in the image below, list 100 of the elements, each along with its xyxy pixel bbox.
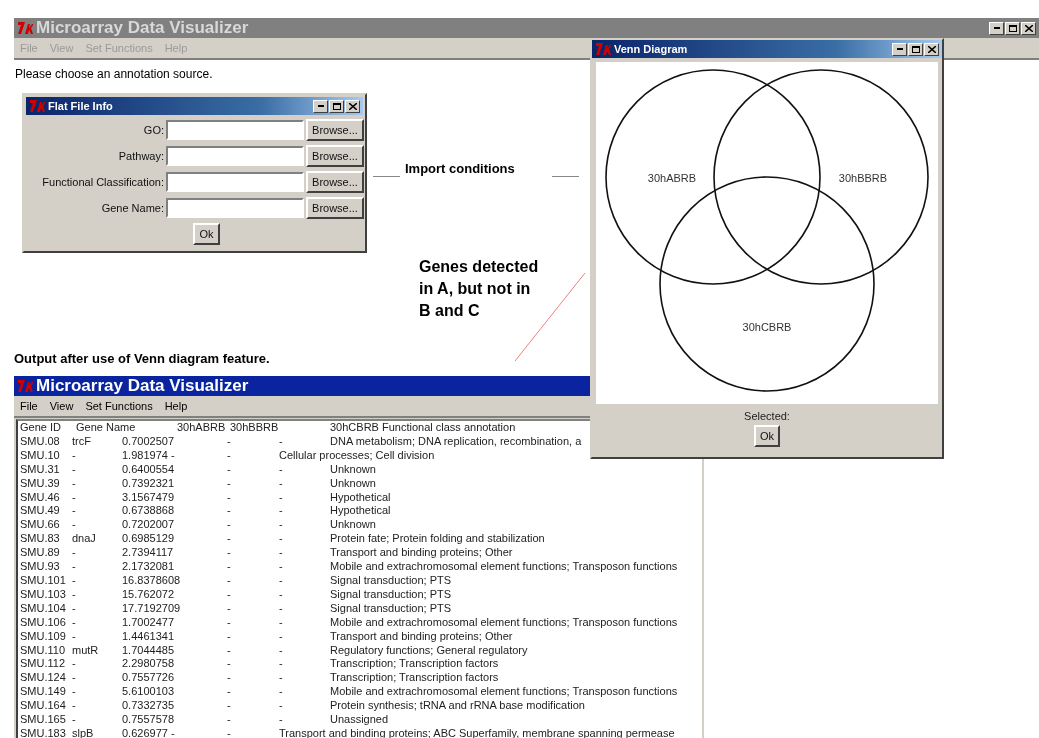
table-cell-text: Unknown [330, 476, 377, 491]
table-cell-text: - [279, 434, 284, 449]
table-cell-text: 0.7202007 [122, 518, 175, 533]
table-cell-text: - [279, 643, 284, 658]
table-cell-text: - [227, 643, 232, 658]
maximize-button[interactable] [1005, 21, 1020, 35]
tk-logo-icon [17, 379, 33, 393]
table-cell-text: Mobile and extrachromosomal element functions; Transposon functions [330, 615, 679, 630]
table-cell-text: - [279, 699, 284, 714]
close-button[interactable] [345, 99, 360, 113]
table-cell-text: SMU.89 [20, 546, 61, 561]
table-cell-text: - [72, 657, 77, 672]
table-cell-text: 5.6100103 [122, 685, 175, 700]
input-field[interactable] [166, 172, 304, 192]
menu-item[interactable]: File [20, 400, 38, 412]
table-cell-text: SMU.08 [20, 434, 61, 449]
field-label: Gene Name: [100, 202, 164, 214]
table-cell-text: - [227, 490, 232, 505]
annotation-text: Output after use of Venn diagram feature. [14, 351, 270, 366]
browse-button[interactable]: Browse... [306, 119, 364, 141]
table-cell-text: SMU.106 [20, 615, 67, 630]
maximize-icon [332, 102, 341, 110]
status-message: Please choose an annotation source. [15, 67, 213, 81]
table-cell-text: Signal transduction; PTS [330, 587, 453, 602]
table-cell-text: 1.7002477 [122, 615, 175, 630]
set-label: 30hBBRB [838, 172, 888, 184]
table-cell-text: Unknown [330, 518, 377, 533]
table-cell-text: - [279, 490, 284, 505]
table-cell-text: - [72, 504, 77, 519]
table-cell-text: 17.7192709 [122, 601, 182, 616]
minimize-button[interactable] [989, 21, 1004, 35]
table-cell-text: - [227, 601, 232, 616]
table-cell-text: SMU.109 [20, 629, 67, 644]
input-field[interactable] [166, 146, 304, 166]
table-cell-text: Protein fate; Protein folding and stabilization [330, 532, 546, 547]
table-cell-text: - [227, 629, 232, 644]
table-cell-text: SMU.10 [20, 448, 61, 463]
table-cell-text: - [227, 699, 232, 714]
input-field[interactable] [166, 198, 304, 218]
table-cell-text: - [279, 657, 284, 672]
table-cell-text: - [279, 546, 284, 561]
table-cell-text: SMU.101 [20, 573, 67, 588]
table-cell-text: 2.2980758 [122, 657, 175, 672]
table-cell-text: 2.1732081 [122, 560, 175, 574]
table-cell-text: Regulatory functions; General regulatory [330, 643, 529, 658]
close-button[interactable] [1021, 21, 1036, 35]
column-header: 30hCBRB Functional class annotation [330, 421, 517, 435]
tk-logo-icon [17, 21, 33, 35]
browse-button[interactable]: Browse... [306, 171, 364, 193]
table-cell-text: - [227, 434, 232, 449]
minimize-button[interactable] [313, 99, 328, 113]
ok-button[interactable]: Ok [193, 223, 220, 245]
menu-item[interactable]: View [49, 400, 74, 412]
table-cell-text: Transcription; Transcription factors [330, 671, 500, 686]
input-field[interactable] [166, 120, 304, 140]
close-button[interactable] [924, 42, 939, 56]
menu-item[interactable]: Set Functions [85, 400, 153, 412]
table-cell-text: - [72, 629, 77, 644]
table-cell-text: 3.1567479 [122, 490, 175, 505]
maximize-button[interactable] [329, 99, 344, 113]
browse-button[interactable]: Browse... [306, 197, 364, 219]
table-cell-text: - [72, 448, 77, 463]
minimize-button[interactable] [892, 42, 907, 56]
table-cell-text: SMU.66 [20, 518, 61, 533]
table-cell-text: - [279, 573, 284, 588]
table-cell-text: SMU.124 [20, 671, 67, 686]
table-cell-text: Unknown [330, 462, 377, 477]
table-cell-text: SMU.93 [20, 560, 61, 574]
dialog-title: Flat File Info [48, 100, 114, 112]
set-label: 30hCBRB [742, 321, 792, 333]
table-cell-text: Signal transduction; PTS [330, 601, 453, 616]
table-cell-text: trcF [72, 434, 92, 449]
table-cell-text: 16.8378608 [122, 573, 182, 588]
table-cell-text: Hypothetical [330, 504, 392, 519]
table-cell-text: SMU.103 [20, 587, 67, 602]
table-cell-text: - [227, 615, 232, 630]
close-icon [927, 45, 936, 53]
table-cell-text: - [279, 560, 284, 574]
table-cell-text: - [279, 685, 284, 700]
maximize-button[interactable] [908, 42, 923, 56]
table-cell-text: - [72, 462, 77, 477]
browse-button[interactable]: Browse... [306, 145, 364, 167]
table-cell-text: - [279, 587, 284, 602]
maximize-icon [911, 45, 920, 53]
table-cell-text: DNA metabolism; DNA replication, recombination, a [330, 434, 583, 449]
table-cell-text: SMU.183 [20, 726, 67, 738]
table-cell-text: SMU.112 [20, 657, 67, 672]
table-cell-text: Unassigned [330, 713, 390, 727]
ok-button[interactable]: Ok [753, 425, 781, 447]
column-header: Gene Name [76, 421, 137, 435]
table-cell-text: - [279, 601, 284, 616]
menu-item[interactable]: Help [164, 400, 188, 412]
table-cell-text: 0.7557578 [122, 713, 175, 727]
table-cell-text: SMU.31 [20, 462, 61, 477]
table-cell-text: - [227, 518, 232, 533]
table-cell-text: SMU.83 [20, 532, 61, 547]
table-cell-text: SMU.164 [20, 699, 67, 714]
field-label: Pathway: [117, 150, 164, 162]
table-cell-text: 0.7002507 [122, 434, 175, 449]
table-cell-text: Hypothetical [330, 490, 392, 505]
